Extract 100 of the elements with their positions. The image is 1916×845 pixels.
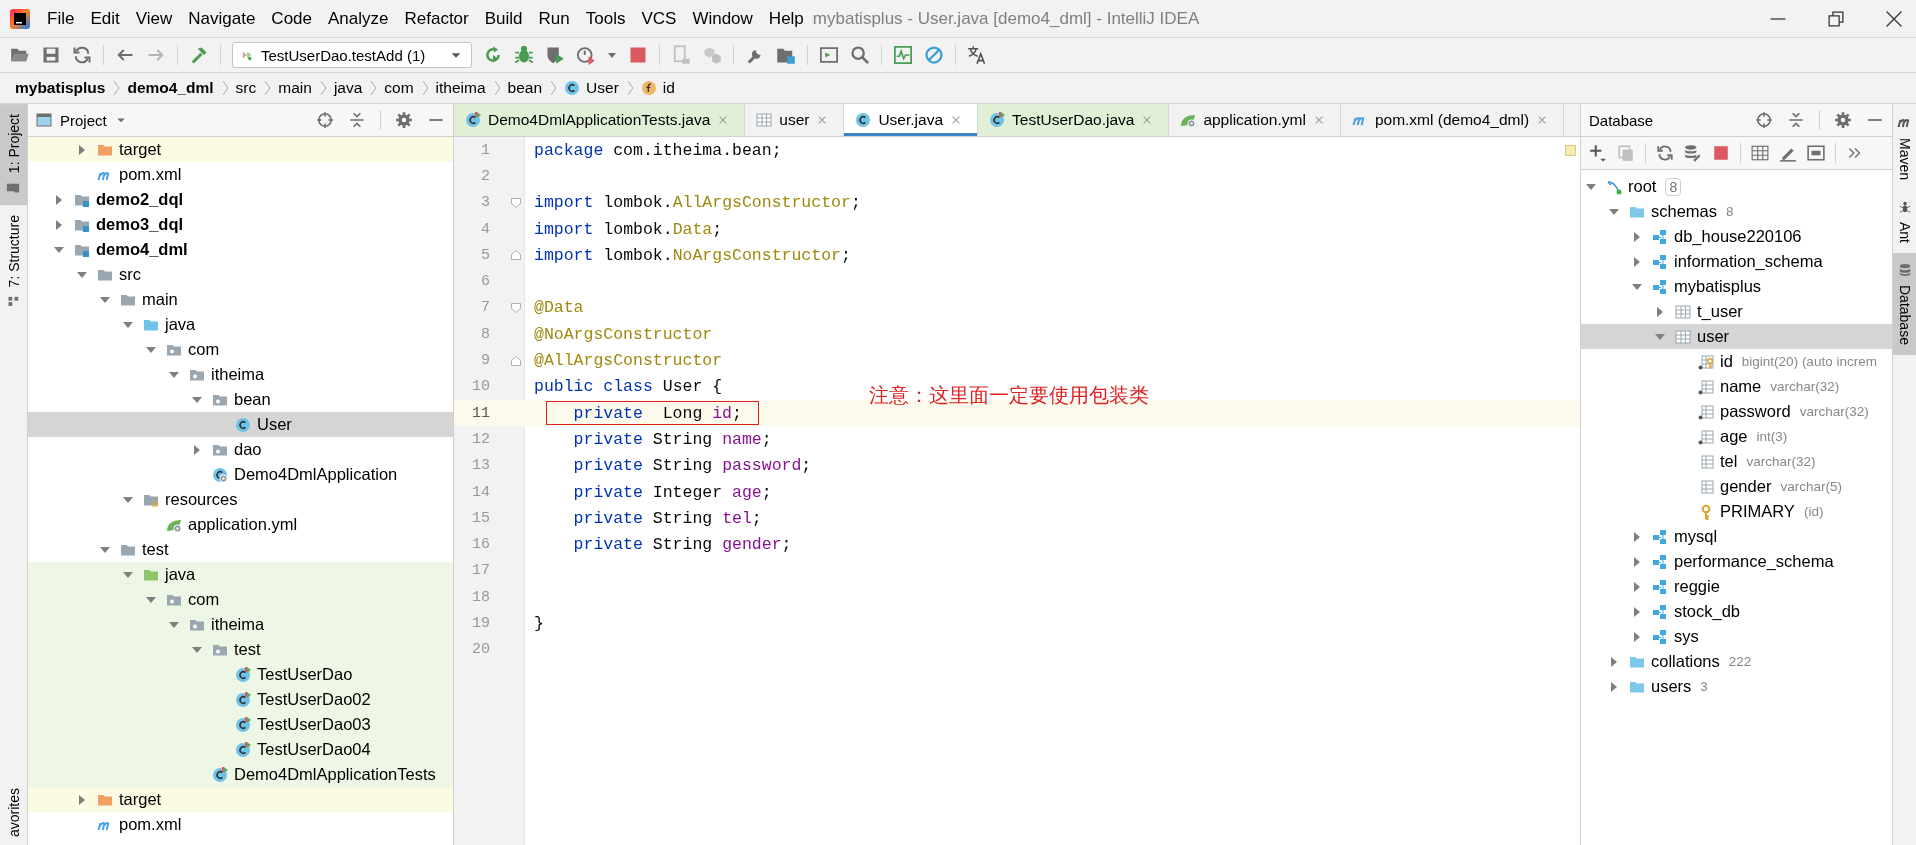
breadcrumb-item[interactable]: demo4_dml [127,79,214,97]
tree-item[interactable]: java [28,312,453,337]
code-line: private String password; [572,456,812,476]
breadcrumb-item[interactable]: src [235,79,257,97]
tool-window-button[interactable]: avorites [0,787,27,845]
breadcrumb-item[interactable]: id [640,79,675,97]
tree-item[interactable]: mysql [1581,524,1892,549]
tree-item[interactable]: itheima [28,362,453,387]
tree-item[interactable]: TestUserDao02 [28,687,453,712]
tree-item[interactable]: information_schema [1581,249,1892,274]
breadcrumb-item[interactable]: main [278,79,312,97]
menu-item[interactable]: VCS [640,4,678,33]
tree-item[interactable]: tel varchar(32) [1581,449,1892,474]
tree-item[interactable]: reggie [1581,574,1892,599]
line-number: 3 [480,194,490,212]
tree-item[interactable]: src [28,262,453,287]
tree-item[interactable]: name varchar(32) [1581,374,1892,399]
tree-item[interactable]: Demo4DmlApplicationTests [28,762,453,787]
line-number: 20 [471,641,490,659]
tree-item[interactable]: TestUserDao04 [28,737,453,762]
tree-item[interactable]: Demo4DmlApplication [28,462,453,487]
breadcrumb-item[interactable]: com [384,79,414,97]
tool-window-button[interactable]: Database [1893,253,1916,355]
tree-item[interactable]: password varchar(32) [1581,399,1892,424]
menu-item[interactable]: Code [270,4,313,33]
tree-item[interactable]: demo3_dql [28,212,453,237]
tree-item[interactable]: pom.xml [28,162,453,187]
code-line: private Integer age; [572,482,772,502]
tree-item[interactable]: root 8 [1581,174,1892,199]
tree-item[interactable]: pom.xml [28,812,453,837]
tree-item[interactable]: user [1581,324,1892,349]
tree-item[interactable]: test [28,637,453,662]
run-configuration-dropdown[interactable]: TestUserDao.testAdd (1) [232,42,472,68]
tree-item[interactable]: com [28,337,453,362]
breadcrumb-item[interactable]: User [564,79,619,97]
tree-item[interactable]: t_user [1581,299,1892,324]
tree-item[interactable]: dao [28,437,453,462]
tree-item[interactable]: bean [28,387,453,412]
tree-item[interactable]: application.yml [28,512,453,537]
tree-item[interactable]: resources [28,487,453,512]
tool-window-button[interactable]: Ant [1893,190,1916,254]
tree-item[interactable]: users 3 [1581,674,1892,699]
line-number: 11 [471,404,490,422]
tree-item[interactable]: TestUserDao03 [28,712,453,737]
tree-item[interactable]: gender varchar(5) [1581,474,1892,499]
tree-item[interactable]: com [28,587,453,612]
line-number: 2 [480,167,490,185]
item-detail: 3 [1700,679,1708,694]
breadcrumb-item[interactable]: itheima [435,79,486,97]
tree-item[interactable]: performance_schema [1581,549,1892,574]
code-line: private String name; [572,429,772,449]
tool-window-button[interactable]: 1: Project [0,104,27,206]
menu-item[interactable]: Help [767,4,805,33]
menu-item[interactable]: File [46,4,76,33]
tree-item[interactable]: demo4_dml [28,237,453,262]
tree-item[interactable]: schemas 8 [1581,199,1892,224]
tool-window-button[interactable]: 7: Structure [0,205,27,318]
menu-item[interactable]: Window [691,4,754,33]
tree-item[interactable]: id bigint(20) (auto increm [1581,349,1892,374]
annotation-note: 注意：这里面一定要使用包装类 [869,382,1149,409]
editor-tab[interactable]: TestUserDao.java [978,104,1170,136]
code-line: private String tel; [572,508,762,528]
item-detail: varchar(32) [1770,379,1840,394]
tree-item[interactable]: target [28,787,453,812]
tree-item[interactable]: sys [1581,624,1892,649]
menu-item[interactable]: View [134,4,174,33]
tree-item[interactable]: itheima [28,612,453,637]
breadcrumb-item[interactable]: mybatisplus [15,79,106,97]
menu-item[interactable]: Refactor [403,4,470,33]
menu-item[interactable]: Run [537,4,571,33]
tree-item[interactable]: demo2_dql [28,187,453,212]
tree-item[interactable]: main [28,287,453,312]
tree-item[interactable]: target [28,137,453,162]
menu-item[interactable]: Navigate [187,4,257,33]
tree-item[interactable]: User [28,412,453,437]
tree-item[interactable]: PRIMARY (id) [1581,499,1892,524]
tree-item[interactable]: age int(3) [1581,424,1892,449]
tree-item[interactable]: collations 222 [1581,649,1892,674]
tree-item[interactable]: test [28,537,453,562]
panel-view-dropdown[interactable]: Project [36,111,127,129]
tree-item[interactable]: stock_db [1581,599,1892,624]
tree-item[interactable]: mybatisplus [1581,274,1892,299]
tree-item[interactable]: java [28,562,453,587]
code-line: import lombok.Data; [533,219,723,239]
editor-tab[interactable]: Demo4DmlApplicationTests.java [454,104,746,136]
breadcrumb-item[interactable]: java [333,79,363,97]
code-line: } [533,614,544,633]
tool-window-button[interactable]: Maven [1893,104,1916,191]
line-number: 4 [480,220,490,238]
breadcrumb-item[interactable]: bean [507,79,543,97]
tree-item[interactable]: TestUserDao [28,662,453,687]
menu-item[interactable]: Edit [89,4,121,33]
editor-tab[interactable]: application.yml [1169,104,1341,136]
menu-item[interactable]: Tools [584,4,627,33]
line-number: 17 [471,562,490,580]
menu-item[interactable]: Analyze [327,4,390,33]
editor-tab[interactable]: User.java [844,104,979,136]
menu-item[interactable]: Build [483,4,524,33]
tree-item[interactable]: db_house220106 [1581,224,1892,249]
editor-tab[interactable]: pom.xml (demo4_dml) [1340,104,1565,136]
